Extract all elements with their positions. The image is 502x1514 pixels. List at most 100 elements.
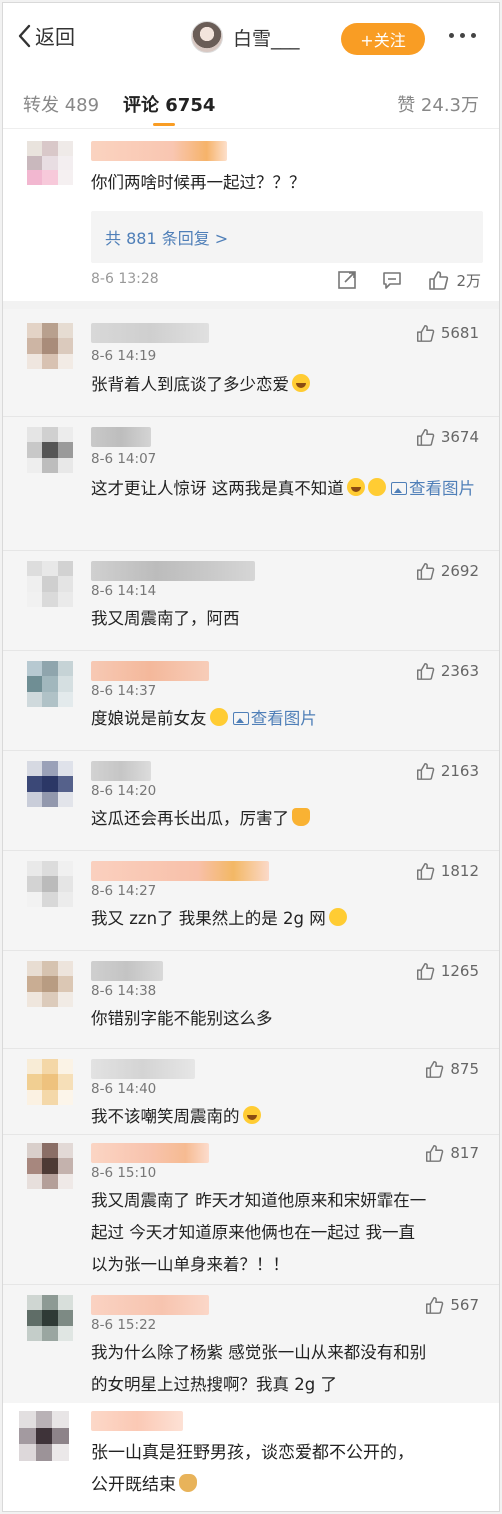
more-icon[interactable] (449, 33, 476, 38)
comment-text: 这才更让人惊讶 这两我是真不知道 查看图片 (91, 478, 475, 498)
tab-comments[interactable]: 评论 6754 (123, 91, 215, 117)
comment-item: 8-6 14:37 2363 度娘说是前女友 查看图片 (3, 651, 499, 751)
user-name[interactable] (91, 661, 209, 681)
view-image-link[interactable]: 查看图片 (232, 709, 317, 728)
tab-repost[interactable]: 转发 489 (23, 91, 99, 117)
comment-item: 8-6 14:27 1812 我又 zzn了 我果然上的是 2g 网 (3, 851, 499, 951)
user-name[interactable] (91, 561, 255, 581)
like-count: 2163 (440, 762, 479, 780)
avatar[interactable] (27, 1295, 73, 1341)
like-icon[interactable] (427, 269, 449, 291)
avatar[interactable] (27, 761, 73, 807)
comment-text: 张背着人到底谈了多少恋爱 (91, 369, 310, 401)
user-name[interactable] (91, 861, 269, 881)
comment-item: 8-6 14:38 1265 你错别字能不能别这么多 (3, 951, 499, 1049)
user-name[interactable] (91, 1411, 183, 1431)
user-header[interactable]: 白雪___ (191, 21, 300, 53)
view-image-link[interactable]: 查看图片 (391, 479, 475, 498)
avatar[interactable] (27, 861, 73, 907)
user-name[interactable] (91, 1295, 209, 1315)
comment-item: 8-6 14:20 2163 这瓜还会再长出瓜，厉害了 (3, 751, 499, 851)
comment-text: 我不该嘲笑周震南的 (91, 1101, 261, 1133)
like-button[interactable]: 567 (424, 1295, 479, 1315)
user-name[interactable] (91, 1059, 195, 1079)
like-icon (416, 963, 435, 980)
avatar[interactable] (27, 141, 73, 185)
avatar[interactable] (191, 21, 223, 53)
user-name[interactable] (91, 1143, 209, 1163)
comment-icon[interactable] (381, 269, 403, 291)
like-button[interactable]: 3674 (415, 427, 479, 447)
user-name[interactable] (91, 141, 227, 161)
avatar[interactable] (27, 561, 73, 607)
thumbs-up-emoji-icon (292, 808, 310, 826)
like-count: 5681 (440, 324, 479, 342)
comment-time: 8-6 13:28 (91, 271, 159, 287)
avatar[interactable] (27, 427, 73, 473)
replies-link[interactable]: 共 881 条回复 > (105, 225, 228, 249)
laugh-emoji-icon (346, 478, 365, 496)
avatar[interactable] (27, 1059, 73, 1105)
user-name[interactable] (91, 761, 151, 781)
like-icon (416, 429, 435, 446)
nav-bar: 返回 白雪___ +关注 (3, 3, 499, 67)
user-name[interactable] (91, 427, 151, 447)
replies-box[interactable]: 共 881 条回复 > (91, 211, 483, 263)
comment-time: 8-6 15:10 (91, 1165, 157, 1181)
comment-item: 8-6 14:19 5681 张背着人到底谈了多少恋爱 (3, 309, 499, 417)
comment-item: 8-6 14:07 3674 这才更让人惊讶 这两我是真不知道 查看图片 (3, 417, 499, 551)
like-button[interactable]: 1265 (415, 961, 479, 981)
comment-text: 我又周震南了 昨天才知道他原来和宋妍霏在一 起过 今天才知道原来他俩也在一起过 … (91, 1191, 427, 1274)
comment-text: 我又 zzn了 我果然上的是 2g 网 (91, 903, 347, 935)
like-button[interactable]: 2692 (415, 561, 479, 581)
image-icon (232, 712, 249, 725)
like-icon (416, 663, 435, 680)
smile-emoji-icon (209, 708, 228, 726)
comment-text: 你们两啥时候再一起过？？？ (91, 173, 306, 192)
avatar[interactable] (27, 1143, 73, 1189)
comment-time: 8-6 14:27 (91, 883, 157, 899)
like-icon (426, 1297, 444, 1314)
laugh-emoji-icon (292, 374, 310, 392)
comment-time: 8-6 14:20 (91, 783, 157, 799)
like-icon (416, 325, 435, 342)
comment-text: 度娘说是前女友 查看图片 (91, 708, 317, 728)
comment-time: 8-6 14:38 (91, 983, 157, 999)
sweat-emoji-icon (367, 478, 386, 496)
tab-likes[interactable]: 赞 24.3万 (397, 91, 479, 117)
like-count: 1265 (440, 962, 479, 980)
user-name[interactable] (91, 961, 163, 981)
avatar[interactable] (27, 961, 73, 1007)
comment-item: 8-6 14:40 875 我不该嘲笑周震南的 (3, 1049, 499, 1135)
comment-item: 8-6 15:22 567 我为什么除了杨紫 感觉张一山从来都没有和别 的女明星… (3, 1285, 499, 1409)
sweat-emoji-icon (328, 908, 347, 926)
avatar[interactable] (19, 1411, 69, 1461)
image-icon (391, 482, 407, 495)
comment-item: 张一山真是狂野男孩，谈恋爱都不公开的， 公开既结束 (3, 1403, 499, 1511)
comment-text: 这瓜还会再长出瓜，厉害了 (91, 803, 310, 835)
back-button[interactable]: 返回 (17, 21, 75, 50)
like-button[interactable]: 1812 (415, 861, 479, 881)
like-button[interactable]: 2363 (415, 661, 479, 681)
tab-active-indicator (153, 123, 175, 126)
tab-bar: 转发 489 评论 6754 赞 24.3万 (3, 67, 499, 129)
like-count: 3674 (440, 428, 479, 446)
top-comment: 你们两啥时候再一起过？？？ 共 881 条回复 > 8-6 13:28 2万 (3, 129, 499, 309)
like-button[interactable]: 875 (424, 1059, 479, 1079)
like-button[interactable]: 2163 (415, 761, 479, 781)
comment-text: 你错别字能不能别这么多 (91, 1009, 273, 1028)
like-button[interactable]: 817 (424, 1143, 479, 1163)
comment-item: 8-6 14:14 2692 我又周震南了，阿西 (3, 551, 499, 651)
comment-time: 8-6 14:14 (91, 583, 157, 599)
comment-text: 张一山真是狂野男孩，谈恋爱都不公开的， 公开既结束 (91, 1443, 414, 1495)
comment-time: 8-6 15:22 (91, 1317, 157, 1333)
avatar[interactable] (27, 323, 73, 369)
user-name[interactable]: 白雪___ (233, 24, 300, 51)
comment-time: 8-6 14:37 (91, 683, 157, 699)
user-name[interactable] (91, 323, 209, 343)
repost-icon[interactable] (337, 269, 359, 291)
avatar[interactable] (27, 661, 73, 707)
comment-item: 8-6 15:10 817 我又周震南了 昨天才知道他原来和宋妍霏在一 起过 今… (3, 1135, 499, 1285)
like-button[interactable]: 5681 (415, 323, 479, 343)
follow-button[interactable]: +关注 (341, 23, 425, 55)
